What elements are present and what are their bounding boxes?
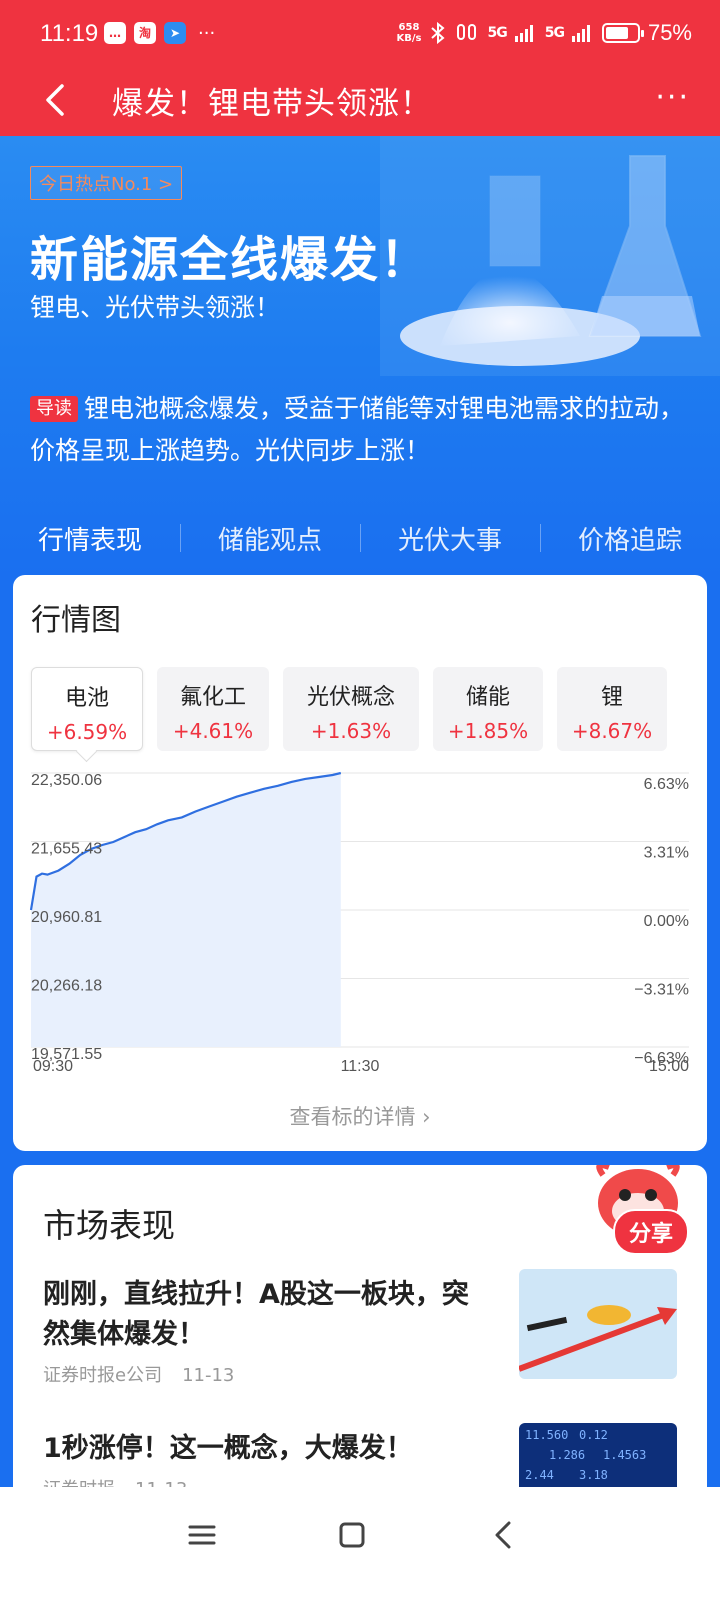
sector-chips: 电池 +6.59% 氟化工 +4.61% 光伏概念 +1.63% 储能 +1.8… (31, 667, 667, 751)
x-tick-label: 15:00 (649, 1058, 689, 1075)
market-chart-card: 行情图 电池 +6.59% 氟化工 +4.61% 光伏概念 +1.63% 储能 … (13, 575, 707, 1151)
svg-text:1.286: 1.286 (549, 1448, 585, 1462)
x-tick-label: 09:30 (33, 1058, 73, 1075)
tab-label: 价格追踪 (577, 525, 682, 556)
news-item[interactable]: 1秒涨停！这一概念，大爆发！ 证券时报11-13 11.5600.12 1.28… (43, 1423, 677, 1495)
battery-percent: 75% (647, 20, 692, 45)
intro-paragraph: 导读 锂电池概念爆发，受益于储能等对锂电池需求的拉动，价格呈现上涨趋势。光伏同步上… (30, 388, 690, 472)
chip-lithium[interactable]: 锂 +8.67% (557, 667, 667, 751)
signal-bars-icon (514, 25, 533, 42)
tab-label: 光伏大事 (397, 525, 502, 556)
earbuds-icon (457, 24, 477, 40)
network-speed: 658 KB/s (396, 22, 422, 44)
nav-bar: 爆发！锂电带头领涨！ ··· (0, 66, 720, 136)
chart-card-title: 行情图 (31, 603, 121, 638)
hero-subtitle: 锂电、光伏带头领涨！ (30, 293, 281, 322)
notification-icons: ․․․ 淘 ➤ ··· (104, 22, 215, 44)
chip-change: +1.63% (310, 719, 392, 743)
intraday-line-chart[interactable]: 22,350.06 6.63% 21,655.43 3.31% 20,960.81 0.0… (13, 765, 707, 1085)
tab-label: 行情表现 (37, 525, 142, 556)
svg-text:3.18: 3.18 (579, 1468, 608, 1482)
signal-5g-1: 5G (487, 25, 507, 41)
back-icon[interactable] (484, 1515, 524, 1555)
battery-level (605, 27, 629, 39)
chip-photovoltaic[interactable]: 光伏概念 +1.63% (283, 667, 419, 751)
svg-text:2.44: 2.44 (525, 1468, 554, 1482)
y-tick-label-right: 6.63% (644, 776, 689, 793)
y-tick-label-left: 21,655.43 (31, 841, 102, 858)
chip-battery[interactable]: 电池 +6.59% (31, 667, 143, 751)
chip-change: +8.67% (571, 719, 653, 743)
x-tick-label: 11:30 (341, 1058, 380, 1075)
signal-5g-2: 5G (544, 25, 565, 41)
news-date: 11-13 (182, 1365, 235, 1386)
status-right: 658 KB/s 5G 5G 75% (397, 20, 693, 46)
intro-text: 锂电池概念爆发，受益于储能等对锂电池需求的拉动，价格呈现上涨趋势。光伏同步上涨！ (30, 394, 685, 465)
news-thumbnail-stock-board: 11.560 0.12 1.286 1.4563 2.44 3.18 (519, 1423, 677, 1495)
chip-change: +1.85% (447, 719, 529, 743)
svg-text:11.560: 11.560 (525, 1428, 568, 1442)
view-details-link[interactable]: 查看标的详情 › (13, 1101, 707, 1131)
more-notifications-icon: ··· (198, 22, 216, 44)
tab-energy-storage-views[interactable]: 储能观点 (180, 520, 360, 557)
telegram-icon: ➤ (164, 22, 186, 44)
hero-title: 新能源全线爆发！ (30, 232, 431, 288)
market-news-card: 市场表现 分享 刚刚，直线拉升！A股这一板块，突然集体爆发！ 证券时报e公司 11… (13, 1165, 707, 1495)
status-bar: 11:19 ․․․ 淘 ➤ ··· 658 KB/s 5G 5G 75% (0, 0, 720, 66)
chip-energy-storage[interactable]: 储能 +1.85% (433, 667, 543, 751)
lab-glassware-illustration (380, 136, 720, 376)
y-tick-label-right: 0.00% (644, 913, 689, 930)
system-nav-bar (0, 1487, 720, 1600)
signal-bars-icon (571, 25, 590, 42)
tab-price-tracking[interactable]: 价格追踪 (540, 520, 720, 557)
svg-text:0.12: 0.12 (579, 1428, 608, 1442)
page-title: 爆发！锂电带头领涨！ (112, 86, 432, 122)
chip-name: 锂 (600, 685, 623, 710)
stock-app-icon: ․․․ (104, 22, 126, 44)
chip-fluorochemical[interactable]: 氟化工 +4.61% (157, 667, 269, 751)
bluetooth-icon (431, 22, 446, 44)
market-section-title: 市场表现 (43, 1206, 175, 1245)
tab-photovoltaic-events[interactable]: 光伏大事 (360, 520, 540, 557)
y-tick-label-right: −3.31% (634, 982, 689, 999)
chip-name: 氟化工 (179, 685, 246, 710)
news-thumbnail-rising-arrow (519, 1269, 677, 1379)
svg-text:1.4563: 1.4563 (603, 1448, 646, 1462)
chip-change: +4.61% (172, 719, 254, 743)
menu-icon[interactable] (182, 1515, 222, 1555)
more-menu-icon[interactable]: ··· (655, 80, 690, 115)
chip-name: 储能 (465, 685, 510, 710)
news-item[interactable]: 刚刚，直线拉升！A股这一板块，突然集体爆发！ 证券时报e公司 11-13 (43, 1269, 677, 1387)
battery-icon (601, 23, 644, 43)
y-tick-label-left: 22,350.06 (31, 772, 102, 789)
chip-name: 电池 (64, 686, 109, 711)
news-headline: 1秒涨停！这一概念，大爆发！ (43, 1433, 413, 1464)
chip-name: 光伏概念 (306, 685, 395, 710)
tab-label: 储能观点 (217, 525, 322, 556)
home-icon[interactable] (332, 1515, 372, 1555)
y-tick-label-right: 3.31% (644, 845, 689, 862)
news-headline: 刚刚，直线拉升！A股这一板块，突然集体爆发！ (43, 1279, 469, 1350)
back-arrow-icon[interactable] (36, 80, 76, 120)
section-tabs: 行情表现 储能观点 光伏大事 价格追踪 (0, 500, 720, 581)
y-tick-label-left: 20,960.81 (31, 909, 102, 926)
hot-topic-tag[interactable]: 今日热点No.1 > (30, 166, 183, 200)
chip-change: +6.59% (46, 720, 128, 744)
tab-market-performance[interactable]: 行情表现 (0, 520, 180, 581)
intro-badge: 导读 (30, 396, 78, 422)
status-time: 11:19 (40, 20, 99, 47)
share-button[interactable]: 分享 (612, 1209, 689, 1255)
taobao-icon: 淘 (134, 22, 156, 44)
y-tick-label-left: 20,266.18 (31, 978, 102, 995)
news-source: 证券时报e公司 (43, 1365, 163, 1386)
